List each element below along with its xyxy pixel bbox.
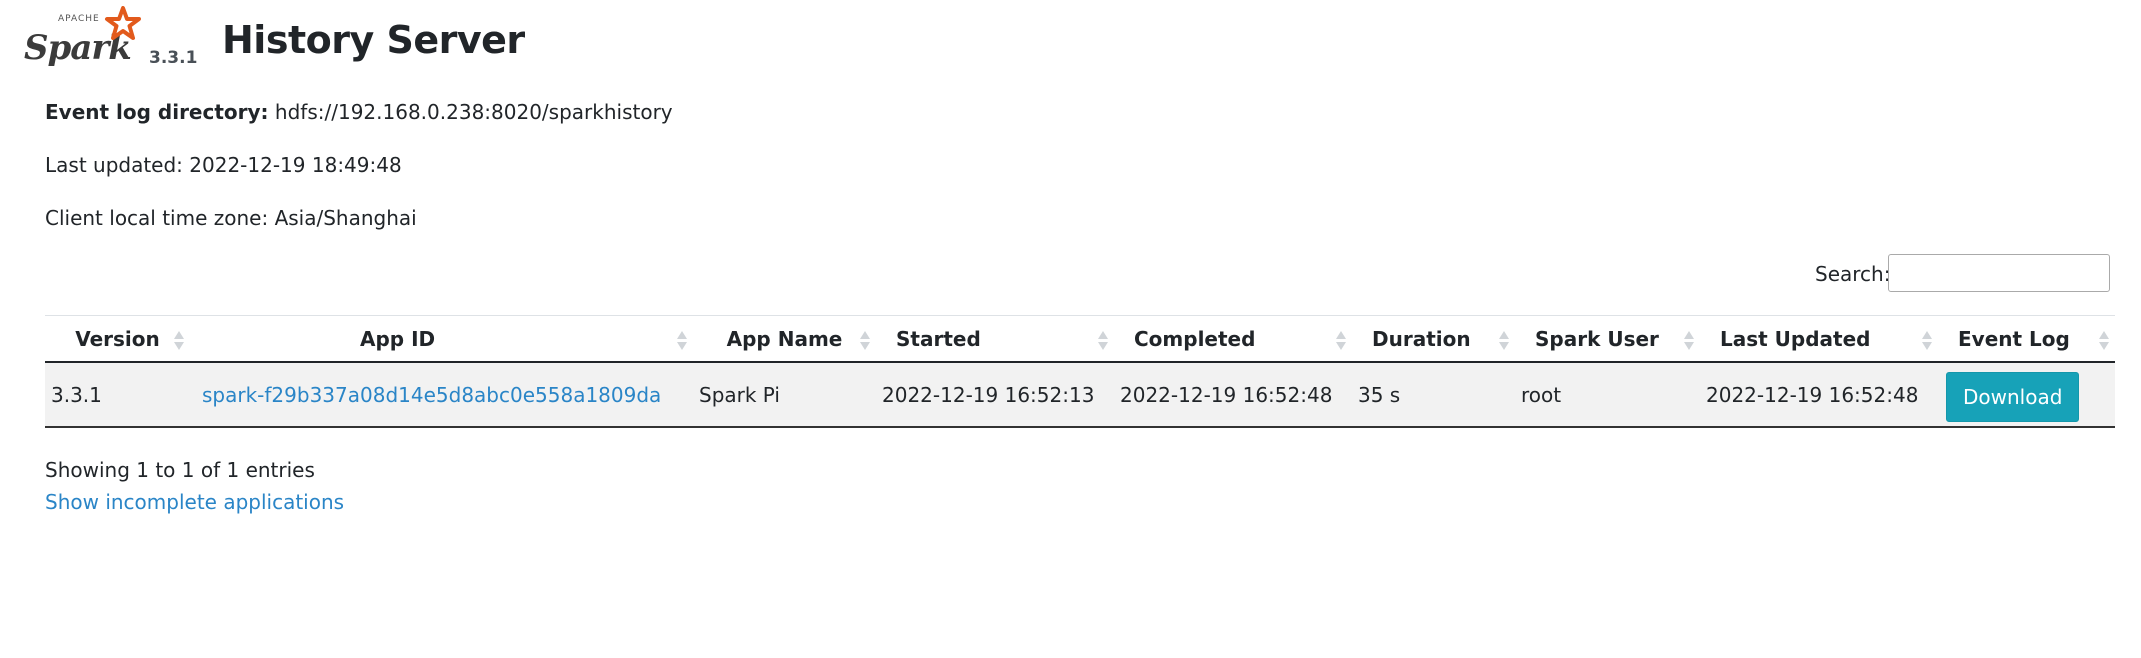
sort-arrows-icon[interactable] [2099,331,2109,353]
sort-arrows-icon[interactable] [1922,331,1932,353]
column-header-last-updated[interactable]: Last Updated [1700,316,1938,363]
sort-arrows-icon[interactable] [1499,331,1509,353]
spark-logo[interactable]: APACHE Spark [22,6,142,68]
column-label: Last Updated [1720,326,1871,351]
cell-version: 3.3.1 [51,382,102,407]
sort-arrows-icon[interactable] [677,331,687,353]
table-header-row: Version App ID App Name Started Complete… [45,315,2115,363]
cell-duration: 35 s [1358,382,1401,407]
event-log-value: hdfs://192.168.0.238:8020/sparkhistory [274,100,673,124]
entries-info: Showing 1 to 1 of 1 entries [45,458,315,482]
event-log-directory: Event log directory: hdfs://192.168.0.23… [45,100,673,124]
sort-arrows-icon[interactable] [1098,331,1108,353]
column-header-app-id[interactable]: App ID [190,316,693,363]
table-row: 3.3.1 spark-f29b337a08d14e5d8abc0e558a18… [45,362,2115,427]
cell-last-updated: 2022-12-19 16:52:48 [1706,382,1919,407]
sort-arrows-icon[interactable] [1684,331,1694,353]
column-label: Started [896,326,981,351]
cell-completed: 2022-12-19 16:52:48 [1120,382,1333,407]
column-label: Duration [1372,326,1471,351]
column-header-event-log[interactable]: Event Log [1938,316,2115,363]
search-input[interactable] [1888,254,2110,292]
column-label: Event Log [1958,326,2070,351]
column-label: Version [75,326,160,351]
cell-event-log: Download [1938,362,2115,427]
column-header-started[interactable]: Started [876,316,1114,363]
page-header: APACHE Spark 3.3.1 History Server [22,6,722,76]
cell-app-name: Spark Pi [699,382,780,407]
cell-spark-user: root [1521,382,1562,407]
app-id-link[interactable]: spark-f29b337a08d14e5d8abc0e558a1809da [202,383,661,407]
column-label: Completed [1134,326,1256,351]
applications-table-wrap: Version App ID App Name Started Complete… [45,315,2115,428]
column-label: Spark User [1535,326,1659,351]
logo-apache-text: APACHE [58,14,100,24]
search-label: Search: [1815,262,1891,286]
applications-table: Version App ID App Name Started Complete… [45,315,2115,428]
column-header-spark-user[interactable]: Spark User [1515,316,1700,363]
cell-app-id: spark-f29b337a08d14e5d8abc0e558a1809da [190,362,693,427]
show-incomplete-link[interactable]: Show incomplete applications [45,490,344,514]
column-header-duration[interactable]: Duration [1352,316,1515,363]
column-label: App Name [726,326,843,351]
sort-arrows-icon[interactable] [174,331,184,353]
column-header-version[interactable]: Version [45,316,190,363]
spark-version: 3.3.1 [149,48,198,68]
client-time-zone: Client local time zone: Asia/Shanghai [45,206,417,230]
page-title: History Server [222,18,525,62]
column-header-completed[interactable]: Completed [1114,316,1352,363]
download-button[interactable]: Download [1946,371,2080,422]
column-header-app-name[interactable]: App Name [693,316,876,363]
sort-arrows-icon[interactable] [1336,331,1346,353]
cell-started: 2022-12-19 16:52:13 [882,382,1095,407]
spark-star-icon [105,6,141,40]
event-log-label: Event log directory: [45,100,269,124]
sort-arrows-icon[interactable] [860,331,870,353]
last-updated: Last updated: 2022-12-19 18:49:48 [45,153,402,177]
column-label: App ID [360,326,436,351]
